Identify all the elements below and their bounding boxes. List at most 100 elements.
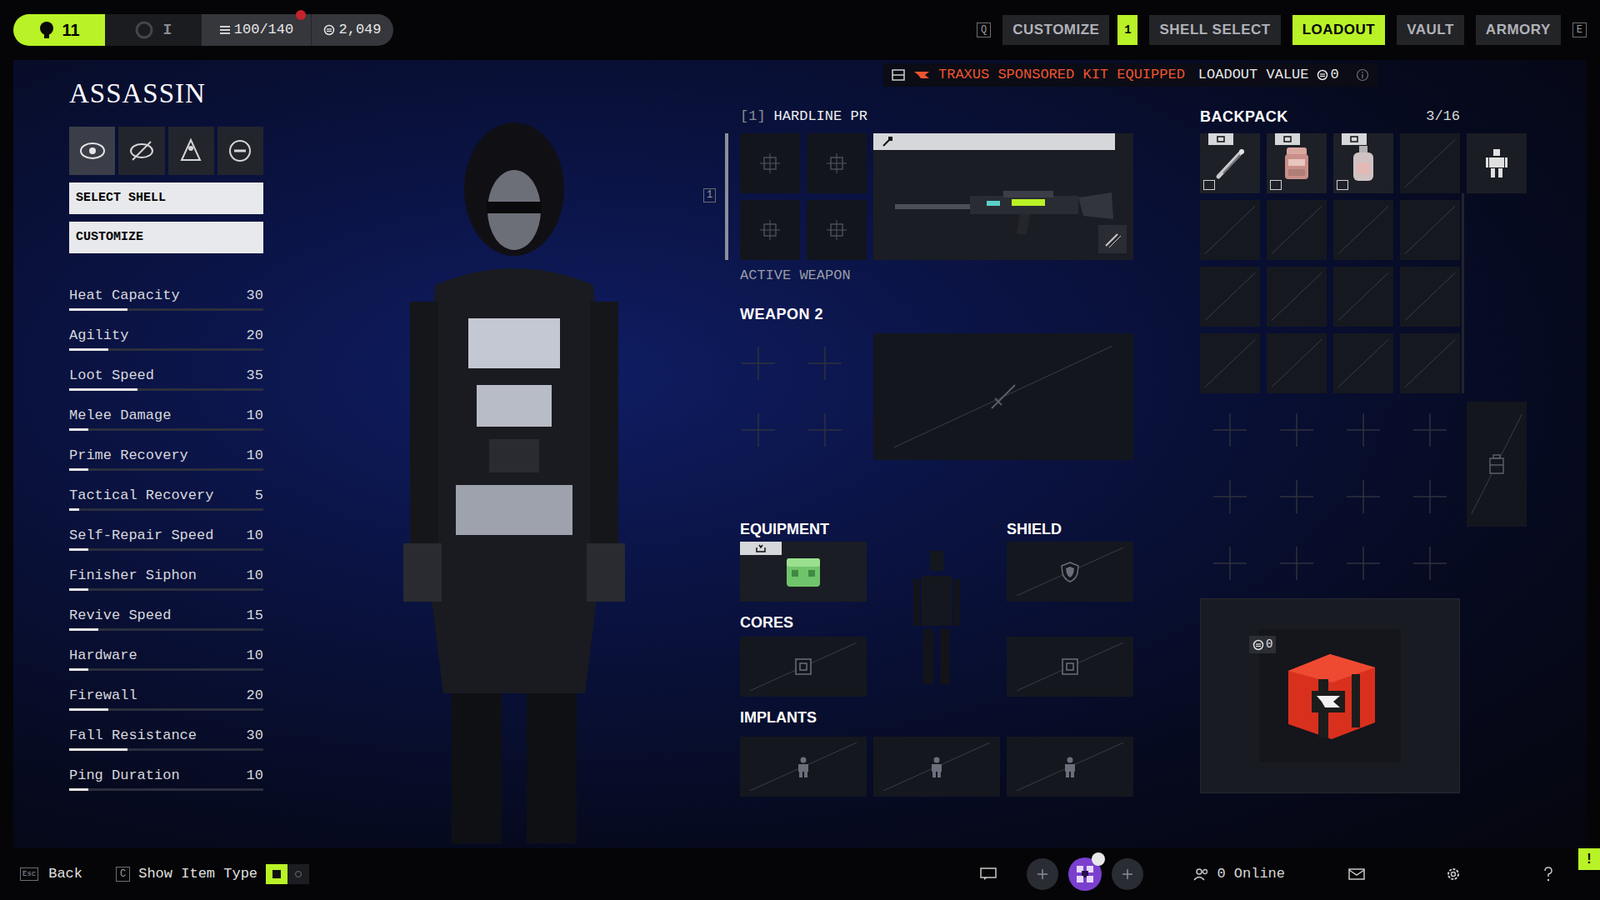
mod-slot[interactable] [806,200,867,260]
ability-tab[interactable] [168,126,215,175]
chat-icon[interactable] [980,867,997,881]
backpack-item[interactable] [1333,133,1394,194]
level-pill[interactable]: 11 [13,14,105,46]
locked-backpack-slot [1400,533,1460,594]
core-slot[interactable] [740,636,867,697]
backpack-slot[interactable] [1333,266,1394,327]
plus-icon [1121,868,1134,880]
online-count[interactable]: 0 Online [1193,863,1285,885]
locked-backpack-slot [1266,400,1327,460]
locked-backpack-slot [1400,466,1460,527]
stat-bar [69,308,264,311]
active-weapon-label: ACTIVE WEAPON [740,266,1134,285]
empty-slash-icon [1266,266,1327,327]
credits-pill[interactable]: 2,049 [311,14,394,46]
backpack-slot[interactable] [1200,200,1260,260]
active-weapon-card[interactable] [873,133,1134,260]
kit-value-icon [1252,639,1265,651]
stat-label: Fall Resistance [69,726,197,745]
alert-tag[interactable]: ! [1578,848,1600,870]
backpack-slot[interactable] [1266,266,1327,327]
backpack-item[interactable] [1200,133,1260,194]
character-slot[interactable] [1466,133,1527,194]
backpack-count: 3/16 [1425,105,1460,128]
equipment-slot[interactable] [740,541,867,602]
backpack-item[interactable] [1266,133,1327,194]
nav-tab[interactable]: CUSTOMIZE [1002,15,1110,45]
weapon2-title: WEAPON 2 [740,305,1134,324]
nav-tab[interactable]: VAULT [1396,15,1465,45]
weapon2-slot[interactable] [873,333,1134,460]
info-icon[interactable] [1355,68,1370,82]
vault-capacity[interactable]: 100/140 [201,14,312,46]
item-tag [1341,133,1367,145]
player-status: 11I100/1402,049 [13,14,394,46]
item-type-icon [1216,135,1225,144]
ability-tab[interactable] [118,126,165,175]
sponsored-kit-card[interactable]: 0 [1200,598,1460,794]
character-column [263,60,740,849]
empty-slash-icon [1333,333,1394,394]
empty-slash-icon [1400,200,1460,260]
nav-tab[interactable]: SHELL SELECT [1149,15,1280,45]
backpack-slot[interactable] [1400,266,1460,327]
secondary-slot[interactable] [1466,401,1527,527]
stat-row: Loot Speed35 [69,358,264,399]
backpack-slot[interactable] [1266,200,1327,260]
locked-backpack-slot [1400,400,1460,460]
locked-backpack-slot [1200,533,1260,594]
shield-slot[interactable] [1006,541,1134,602]
show-item-type-toggle[interactable]: CShow Item Type [115,863,310,885]
empty-slash-icon [1200,266,1260,327]
customize-weapon-icon[interactable] [1098,225,1127,254]
weapon-name: HARDLINE PR [774,105,868,128]
settings-gear-icon[interactable] [1445,865,1462,883]
shell-button[interactable]: CUSTOMIZE [69,221,264,254]
mod-slot[interactable] [740,133,800,194]
backpack-slot[interactable] [1333,200,1394,260]
backpack-slot[interactable] [1400,200,1460,260]
implant-slot[interactable] [873,736,1000,797]
shell-button[interactable]: SELECT SHELL [69,182,264,215]
stat-bar-fill [69,788,89,791]
nav-tab-group: ARMORY [1475,15,1561,45]
backpack-slot[interactable] [1333,333,1394,394]
med-pack-icon [1278,142,1315,185]
nav-tab[interactable]: ARMORY [1475,15,1561,45]
backpack-slot[interactable] [1200,266,1260,327]
backpack-slot[interactable] [1400,133,1460,194]
back-button[interactable]: EscBack [20,863,83,885]
ability-tab[interactable] [217,126,264,175]
core-slot[interactable] [1006,636,1134,697]
gear-area: TRAXUS SPONSORED KIT EQUIPPEDLOADOUT VAL… [740,60,1587,849]
mod-slot[interactable] [740,200,800,260]
help-icon[interactable] [1541,865,1555,883]
implant-slot[interactable] [740,736,867,797]
stat-row: Revive Speed15 [69,598,264,639]
backpack-slot[interactable] [1400,333,1460,394]
flask-icon [1346,142,1380,185]
loadout-screen: 11I100/1402,049QCUSTOMIZE1SHELL SELECTLO… [0,0,1600,900]
mod-slot[interactable] [806,133,867,194]
backpack-slot[interactable] [1266,333,1327,394]
stat-row: Agility20 [69,318,264,359]
backpack-slot[interactable] [1200,333,1260,394]
party-invite-button[interactable] [1026,858,1059,890]
party-invite-button[interactable] [1111,858,1144,890]
ability-tab[interactable] [69,126,115,175]
toggle-switch[interactable] [265,864,310,885]
nav-tab[interactable]: LOADOUT [1292,15,1386,45]
nav-tab-group: VAULT [1396,15,1465,45]
implant-slot[interactable] [1006,736,1134,797]
stat-bar [69,628,264,631]
ability-icon [127,136,156,165]
plus-icon [1278,478,1315,515]
stat-label: Ping Duration [69,766,180,785]
stat-bar [69,348,264,351]
locked-backpack-slot [1200,400,1260,460]
player-avatar[interactable] [1068,857,1102,891]
plus-icon [740,411,777,449]
mail-icon[interactable] [1348,867,1365,881]
item-corner-mark [1270,180,1282,190]
rank-pill[interactable]: I [105,14,202,46]
